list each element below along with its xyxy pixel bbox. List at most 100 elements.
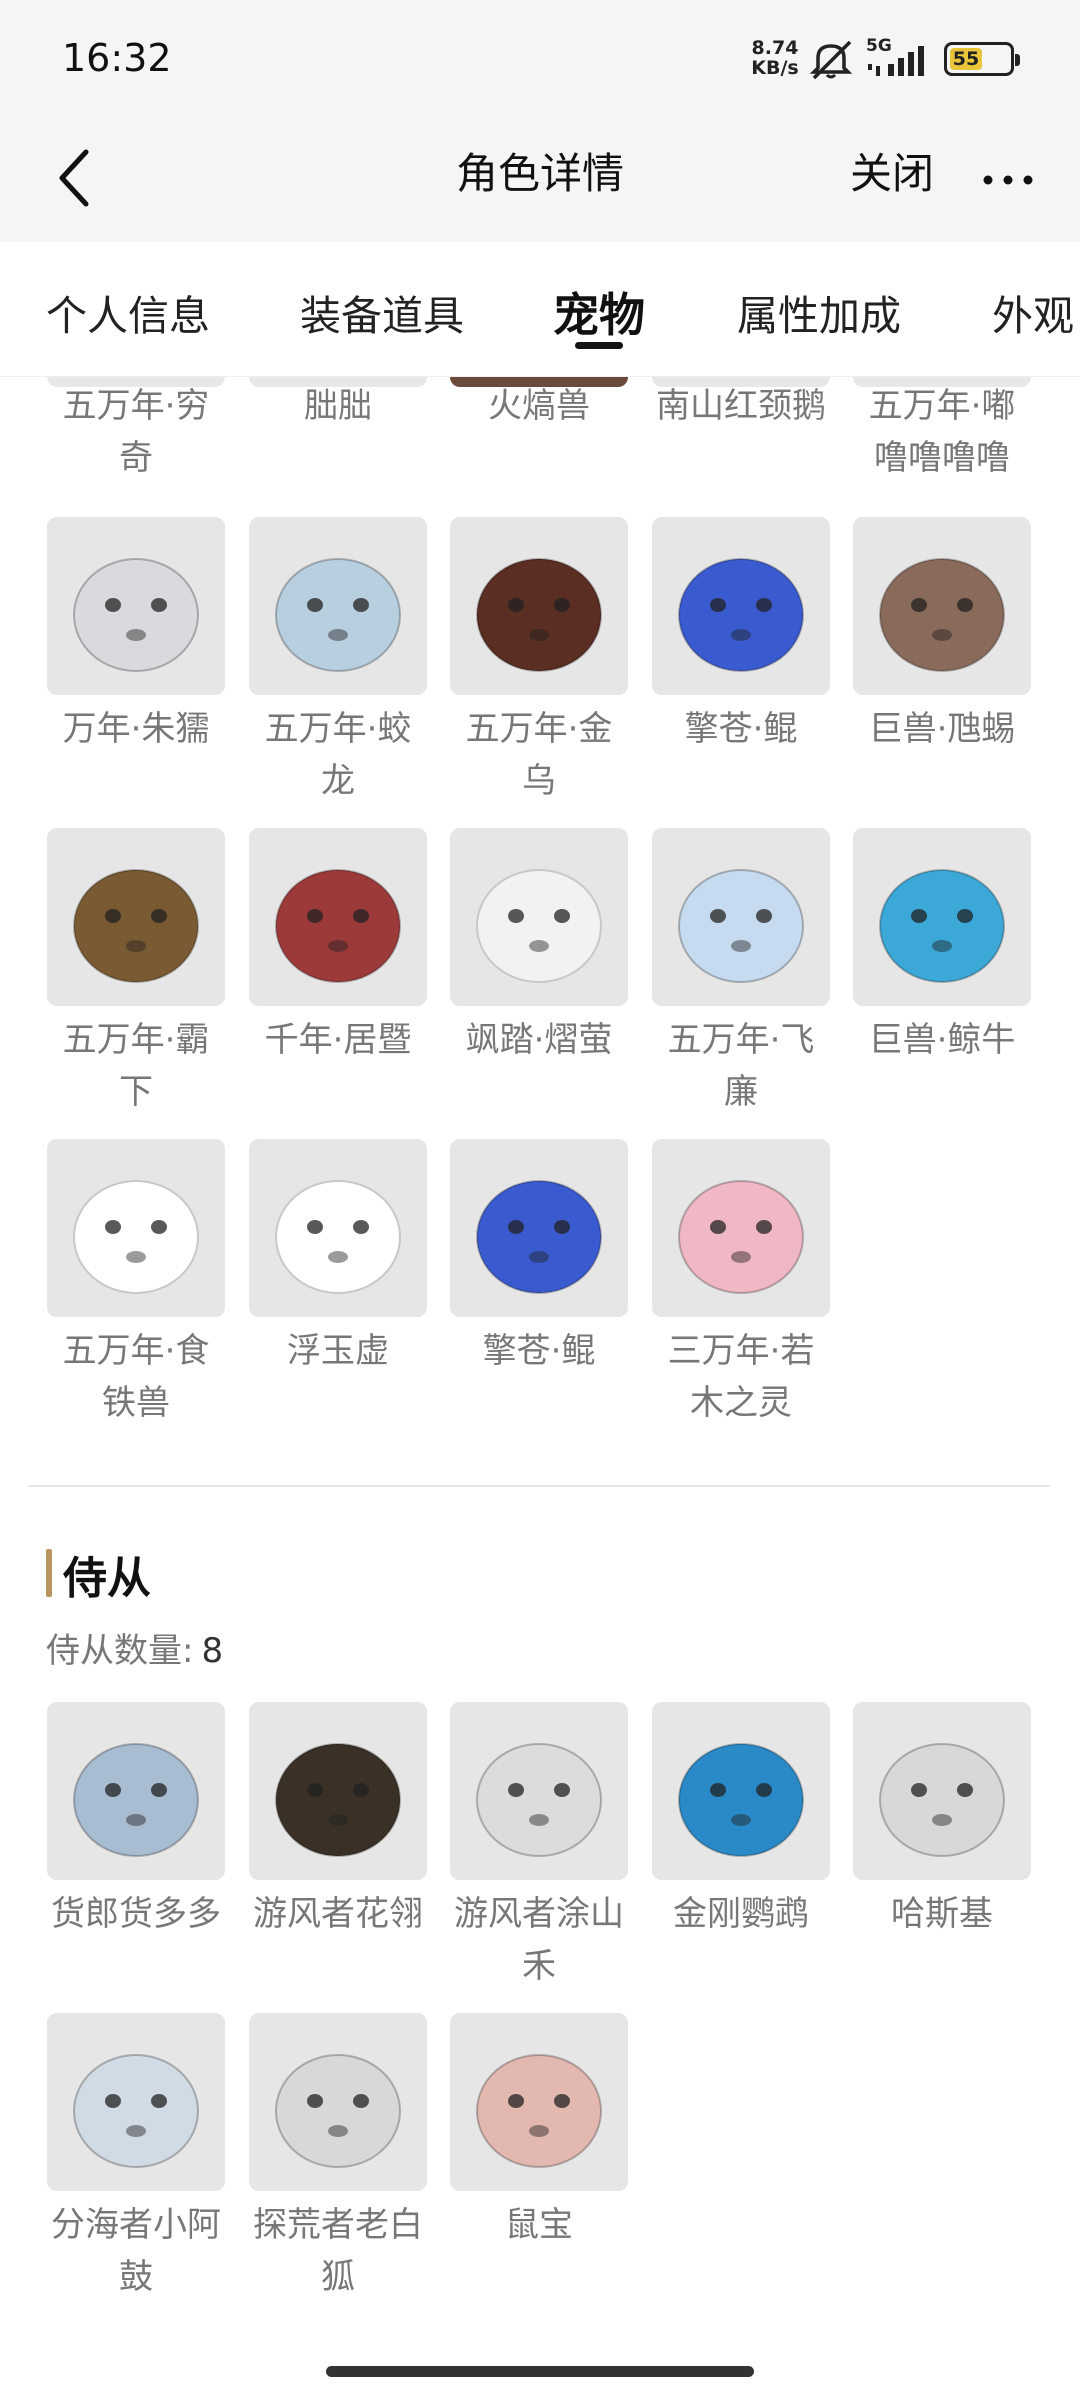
attendants-title: 侍从 [63,1553,151,1604]
attendant-thumbnail [47,2013,225,2191]
pet-item[interactable]: 浮玉虚 [248,1139,428,1377]
white-spirit-icon [450,828,628,1006]
pet-thumbnail [853,828,1031,1006]
rat-icon [450,2013,628,2191]
pet-thumbnail [450,828,628,1006]
pet-item[interactable]: 五万年·穷奇 [46,377,226,484]
pet-name: 擎苍·鲲 [482,1331,596,1371]
pet-thumbnail [249,828,427,1006]
pet-name: 五万年·霸下 [62,1020,210,1112]
tab-pets[interactable]: 宠物 [553,279,645,345]
pet-thumbnail [853,517,1031,695]
attendant-name: 鼠宝 [505,2205,573,2245]
active-tab-indicator [575,342,623,349]
pet-name: 千年·居暨 [264,1020,412,1060]
status-time: 16:32 [62,36,172,80]
pet-name: 五万年·飞廉 [667,1020,815,1112]
pet-item[interactable]: 万年·朱獳 [46,517,226,755]
pet-item[interactable]: 火熇兽 [449,377,629,432]
network-speed-unit: KB/s [751,57,799,79]
top-area: 16:32 8.74 KB/s 5G 55 角色详情 关闭 [0,0,1080,242]
pet-name: 三万年·若木之灵 [667,1331,815,1423]
rock-lizard-icon [853,517,1031,695]
white-fox-face-icon [249,2013,427,2191]
pet-name: 巨兽·鲸牛 [868,1020,1016,1060]
tab-equipment[interactable]: 装备道具 [300,282,464,342]
blue-whale-icon [652,517,830,695]
pet-thumbnail [249,1139,427,1317]
pet-item[interactable]: 巨兽·鲸牛 [852,828,1032,1066]
attendant-thumbnail [450,1702,628,1880]
pet-thumbnail [652,517,830,695]
attendant-thumbnail [47,1702,225,1880]
attendant-thumbnail [450,2013,628,2191]
pet-thumbnail [249,517,427,695]
pet-name: 擎苍·鲲 [684,709,798,749]
more-icon[interactable] [980,150,1036,210]
white-wolf-icon [450,1702,628,1880]
attendant-thumbnail [249,2013,427,2191]
section-accent-bar [46,1549,52,1597]
attendant-item[interactable]: 哈斯基 [852,1702,1032,1940]
tab-personal-info[interactable]: 个人信息 [46,282,210,342]
pet-item[interactable]: 朏朏 [248,377,428,432]
attendant-name: 分海者小阿鼓 [51,2205,221,2297]
attendant-item[interactable]: 游风者涂山禾 [449,1702,629,1992]
attendant-item[interactable]: 货郎货多多 [46,1702,226,1940]
attendant-item[interactable]: 鼠宝 [449,2013,629,2251]
pet-item[interactable]: 三万年·若木之灵 [651,1139,831,1429]
macaw-icon [652,1702,830,1880]
home-indicator[interactable] [326,2366,754,2377]
tab-appearance[interactable]: 外观 [992,282,1074,342]
eagle-icon [249,1702,427,1880]
attendant-count: 侍从数量: 8 [46,1623,223,1672]
pet-name: 浮玉虚 [287,1331,389,1371]
attendant-item[interactable]: 分海者小阿鼓 [46,2013,226,2303]
pet-item[interactable]: 飒踏·熠萤 [449,828,629,1066]
pet-item[interactable]: 南山红颈鹅 [651,377,831,432]
pet-item[interactable]: 五万年·飞廉 [651,828,831,1118]
pet-name: 五万年·嘟噜噜噜噜 [868,386,1016,478]
mute-icon [809,40,853,80]
attendant-item[interactable]: 游风者花翎 [248,1702,428,1940]
attendant-thumbnail [853,1702,1031,1880]
pet-item[interactable]: 巨兽·虺蜴 [852,517,1032,755]
pet-name: 五万年·穷奇 [62,386,210,478]
husky-icon [853,1702,1031,1880]
ice-whale-icon [853,828,1031,1006]
ice-bird-icon [652,828,830,1006]
network-speed-value: 8.74 [751,37,799,59]
battery-icon: 55 [944,42,1020,76]
pet-item[interactable]: 五万年·嘟噜噜噜噜 [852,377,1032,484]
attendant-name: 游风者花翎 [253,1894,423,1934]
pet-name: 五万年·金乌 [465,709,613,801]
pet-content: 五万年·穷奇 朏朏 火熇兽 南山红颈鹅 五万年·嘟噜噜噜噜 万年·朱獳 五万年·蛟… [0,377,1080,2340]
pet-thumbnail [47,517,225,695]
attendant-count-label: 侍从数量: [46,1631,194,1671]
pet-item[interactable]: 五万年·食铁兽 [46,1139,226,1429]
pet-item[interactable]: 五万年·蛟龙 [248,517,428,807]
pet-name: 飒踏·熠萤 [465,1020,613,1060]
bronze-dragon-icon [47,828,225,1006]
pet-name: 南山红颈鹅 [656,386,826,426]
attendant-item[interactable]: 金刚鹦鹉 [651,1702,831,1940]
attendant-name: 金刚鹦鹉 [673,1894,809,1934]
pet-thumbnail [450,1139,628,1317]
blue-lizard-icon [47,1702,225,1880]
attendant-item[interactable]: 探荒者老白狐 [248,2013,428,2303]
pet-item[interactable]: 擎苍·鲲 [651,517,831,755]
attendant-name: 游风者涂山禾 [454,1894,624,1986]
pet-thumbnail [652,1139,830,1317]
pet-item[interactable]: 千年·居暨 [248,828,428,1066]
close-button[interactable]: 关闭 [850,140,934,201]
white-fox-icon [47,517,225,695]
pet-item[interactable]: 五万年·金乌 [449,517,629,807]
panda-icon [47,1139,225,1317]
nav-bar: 角色详情 关闭 [0,120,1080,242]
attendant-name: 探荒者老白狐 [253,2205,423,2297]
fire-dragon-icon [450,517,628,695]
pet-item[interactable]: 擎苍·鲲 [449,1139,629,1377]
pet-item[interactable]: 五万年·霸下 [46,828,226,1118]
tab-attribute-bonus[interactable]: 属性加成 [737,282,901,342]
battery-level: 55 [950,48,982,70]
